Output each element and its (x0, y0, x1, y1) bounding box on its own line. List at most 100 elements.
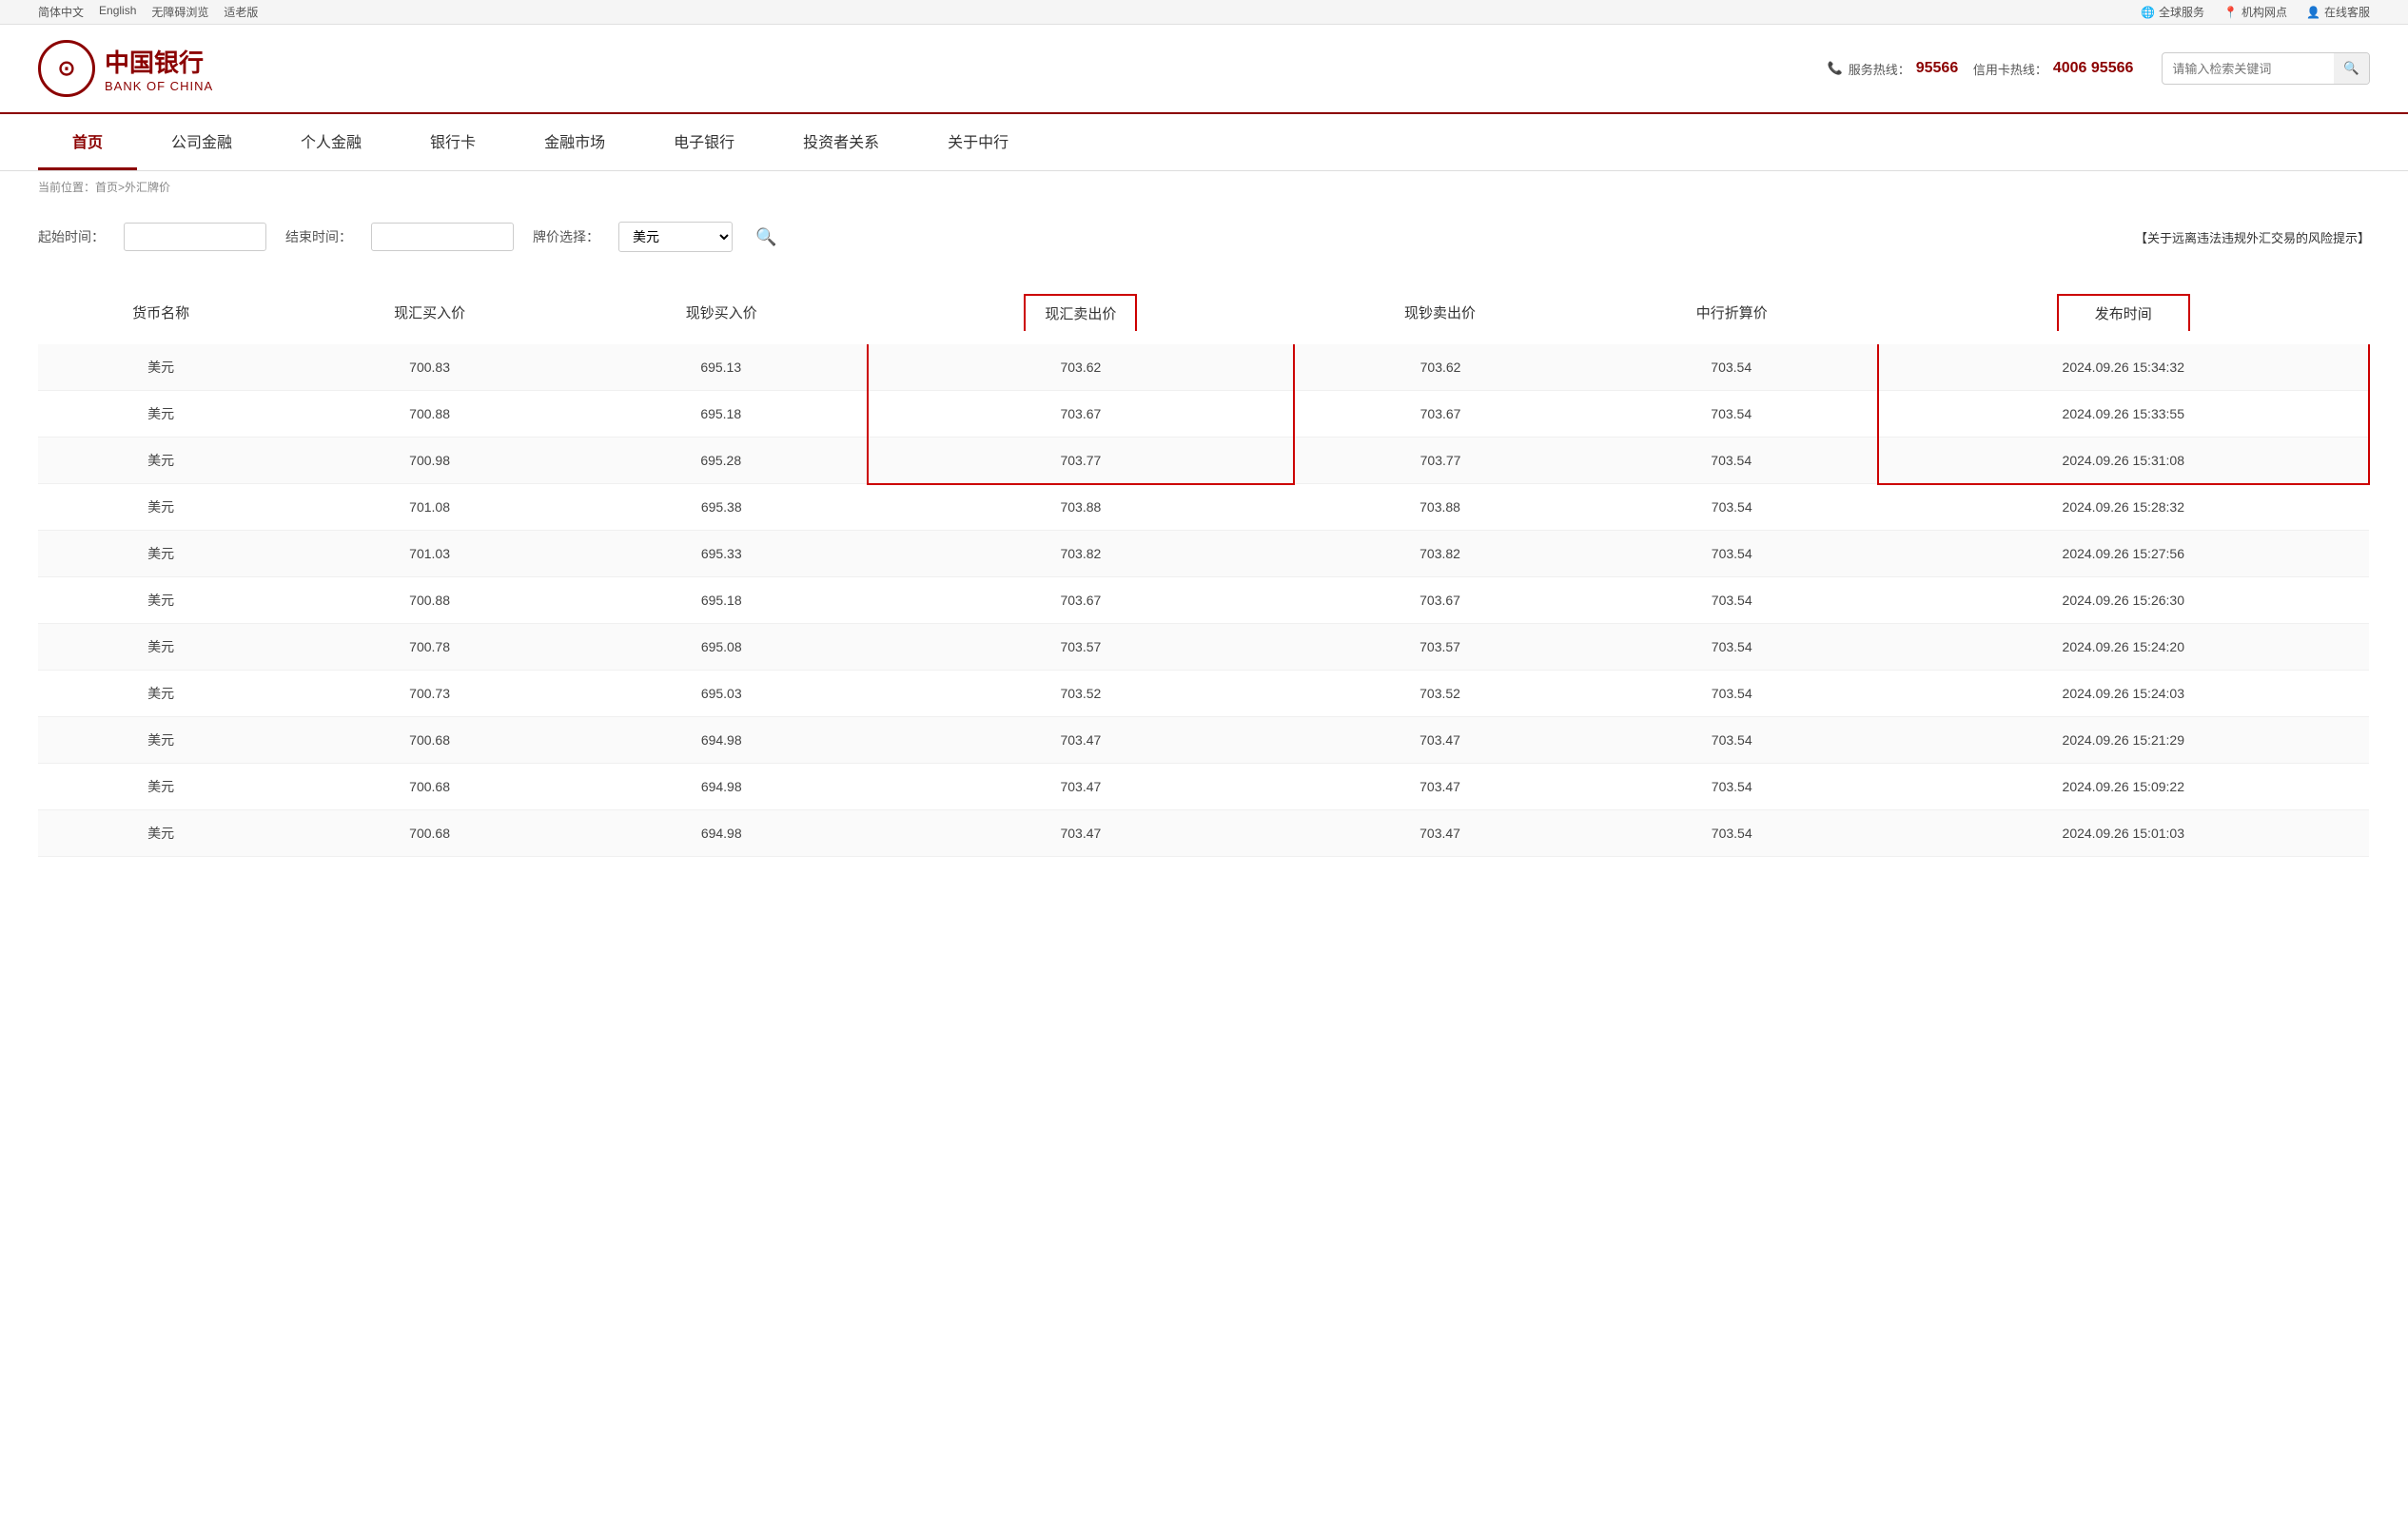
nav-item-investor[interactable]: 投资者关系 (769, 114, 913, 170)
nav-item-card[interactable]: 银行卡 (396, 114, 510, 170)
cell-spot-buy: 700.68 (284, 810, 576, 857)
col-header-spot-buy: 现汇买入价 (284, 281, 576, 344)
cell-cash-sell: 703.57 (1294, 624, 1586, 671)
cell-time: 2024.09.26 15:34:32 (1878, 344, 2369, 391)
cell-currency: 美元 (38, 344, 284, 391)
cell-currency: 美元 (38, 438, 284, 484)
cell-cash-sell: 703.47 (1294, 764, 1586, 810)
cell-cash-sell: 703.52 (1294, 671, 1586, 717)
hotline-num: 95566 (1916, 60, 1959, 77)
cell-cash-buy: 695.33 (576, 531, 868, 577)
accessible-browse[interactable]: 无障碍浏览 (151, 4, 208, 20)
nav-item-corporate[interactable]: 公司金融 (137, 114, 266, 170)
cell-time: 2024.09.26 15:27:56 (1878, 531, 2369, 577)
cell-cash-sell: 703.77 (1294, 438, 1586, 484)
cell-spot-sell: 703.88 (868, 484, 1295, 531)
hotline-area: 📞 服务热线： 95566 信用卡热线： 4006 95566 (1828, 60, 2134, 78)
person-icon: 👤 (2306, 6, 2320, 19)
cell-spot-buy: 700.88 (284, 391, 576, 438)
elderly-mode[interactable]: 适老版 (224, 4, 258, 20)
content-area: 起始时间： 结束时间： 牌价选择： 美元 欧元 英镑 日元 港元 🔍 【关于远离… (0, 203, 2408, 876)
logo-text: 中国银行 BANK OF CHINA (105, 44, 213, 93)
cell-currency: 美元 (38, 484, 284, 531)
col-header-currency: 货币名称 (38, 281, 284, 344)
cell-spot-sell: 703.52 (868, 671, 1295, 717)
nav-item-about[interactable]: 关于中行 (913, 114, 1043, 170)
end-time-input[interactable] (371, 223, 514, 251)
cell-boc-rate: 703.54 (1586, 764, 1878, 810)
table-row: 美元700.83695.13703.62703.62703.542024.09.… (38, 344, 2369, 391)
cell-cash-buy: 695.38 (576, 484, 868, 531)
start-time-input[interactable] (124, 223, 266, 251)
cell-time: 2024.09.26 15:01:03 (1878, 810, 2369, 857)
cell-currency: 美元 (38, 531, 284, 577)
cell-cash-buy: 695.13 (576, 344, 868, 391)
cell-spot-buy: 700.73 (284, 671, 576, 717)
cell-spot-buy: 700.88 (284, 577, 576, 624)
cell-time: 2024.09.26 15:26:30 (1878, 577, 2369, 624)
col-header-time: 发布时间 (1878, 281, 2369, 344)
globe-icon: 🌐 (2141, 6, 2155, 19)
cell-boc-rate: 703.54 (1586, 391, 1878, 438)
cell-spot-buy: 700.98 (284, 438, 576, 484)
table-row: 美元700.68694.98703.47703.47703.542024.09.… (38, 764, 2369, 810)
start-time-label: 起始时间： (38, 227, 105, 246)
filter-search-icon: 🔍 (755, 227, 776, 246)
breadcrumb-text: 当前位置：首页>外汇牌价 (38, 181, 170, 194)
logo-cn: 中国银行 (105, 44, 213, 79)
lang-cn[interactable]: 简体中文 (38, 4, 84, 20)
filter-search-button[interactable]: 🔍 (752, 224, 780, 251)
cell-time: 2024.09.26 15:09:22 (1878, 764, 2369, 810)
filter-row: 起始时间： 结束时间： 牌价选择： 美元 欧元 英镑 日元 港元 🔍 【关于远离… (38, 222, 2370, 252)
table-header-row: 货币名称 现汇买入价 现钞买入价 现汇卖出价 现钞卖出价 中行折算价 发布时间 (38, 281, 2369, 344)
cell-cash-buy: 695.28 (576, 438, 868, 484)
table-row: 美元700.98695.28703.77703.77703.542024.09.… (38, 438, 2369, 484)
cell-time: 2024.09.26 15:24:03 (1878, 671, 2369, 717)
cell-boc-rate: 703.54 (1586, 344, 1878, 391)
table-row: 美元700.88695.18703.67703.67703.542024.09.… (38, 577, 2369, 624)
cell-boc-rate: 703.54 (1586, 810, 1878, 857)
branch-locator[interactable]: 📍 机构网点 (2223, 4, 2287, 20)
online-service[interactable]: 👤 在线客服 (2306, 4, 2370, 20)
col-header-cash-sell: 现钞卖出价 (1294, 281, 1586, 344)
cell-spot-buy: 701.08 (284, 484, 576, 531)
cell-cash-sell: 703.82 (1294, 531, 1586, 577)
cell-cash-buy: 695.18 (576, 391, 868, 438)
search-button[interactable]: 🔍 (2334, 52, 2369, 85)
cell-spot-sell: 703.47 (868, 717, 1295, 764)
cell-cash-sell: 703.67 (1294, 577, 1586, 624)
nav-item-home[interactable]: 首页 (38, 114, 137, 170)
lang-en[interactable]: English (99, 4, 136, 20)
col-header-boc-rate: 中行折算价 (1586, 281, 1878, 344)
cell-boc-rate: 703.54 (1586, 577, 1878, 624)
currency-select[interactable]: 美元 欧元 英镑 日元 港元 (618, 222, 733, 252)
risk-notice-text: 【关于远离违法违规外汇交易的风险提示】 (2135, 231, 2370, 245)
cell-currency: 美元 (38, 717, 284, 764)
global-service[interactable]: 🌐 全球服务 (2141, 4, 2204, 20)
cell-time: 2024.09.26 15:21:29 (1878, 717, 2369, 764)
cell-boc-rate: 703.54 (1586, 531, 1878, 577)
credit-label: 信用卡热线： (1973, 60, 2047, 78)
phone-icon: 📞 (1828, 61, 1843, 76)
exchange-rate-table-wrapper: 货币名称 现汇买入价 现钞买入价 现汇卖出价 现钞卖出价 中行折算价 发布时间 (38, 281, 2370, 857)
cell-spot-sell: 703.47 (868, 764, 1295, 810)
cell-boc-rate: 703.54 (1586, 671, 1878, 717)
cell-time: 2024.09.26 15:33:55 (1878, 391, 2369, 438)
nav-item-market[interactable]: 金融市场 (510, 114, 639, 170)
cell-boc-rate: 703.54 (1586, 717, 1878, 764)
cell-spot-buy: 700.68 (284, 764, 576, 810)
search-input[interactable] (2163, 62, 2334, 76)
cell-currency: 美元 (38, 577, 284, 624)
cell-currency: 美元 (38, 810, 284, 857)
search-box: 🔍 (2162, 52, 2370, 85)
header: ⊙ 中国银行 BANK OF CHINA 📞 服务热线： 95566 信用卡热线… (0, 25, 2408, 114)
table-row: 美元700.68694.98703.47703.47703.542024.09.… (38, 810, 2369, 857)
cell-spot-sell: 703.77 (868, 438, 1295, 484)
header-right: 📞 服务热线： 95566 信用卡热线： 4006 95566 🔍 (1828, 52, 2370, 85)
nav-item-personal[interactable]: 个人金融 (266, 114, 396, 170)
cell-cash-buy: 695.03 (576, 671, 868, 717)
cell-spot-buy: 701.03 (284, 531, 576, 577)
cell-cash-buy: 694.98 (576, 764, 868, 810)
nav-item-ebank[interactable]: 电子银行 (639, 114, 769, 170)
table-row: 美元700.68694.98703.47703.47703.542024.09.… (38, 717, 2369, 764)
